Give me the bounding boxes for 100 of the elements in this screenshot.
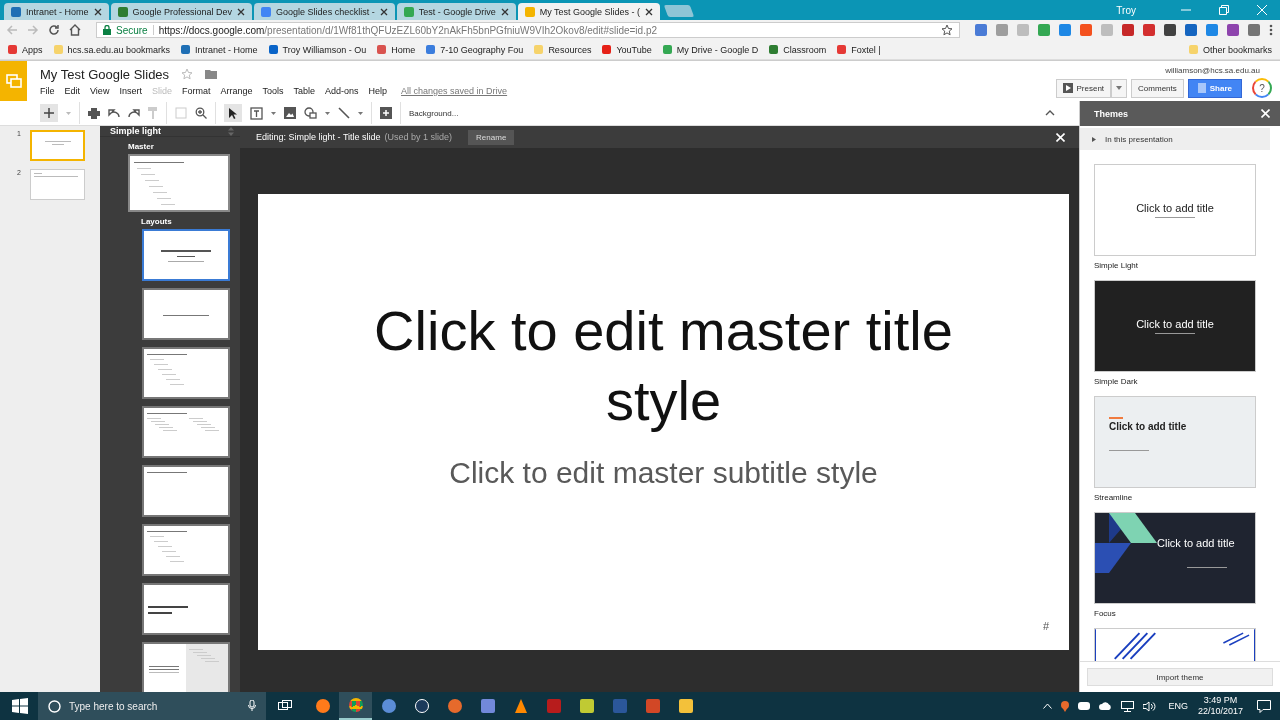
restore-icon[interactable] [1219, 5, 1229, 15]
menu-item[interactable]: Arrange [220, 85, 253, 96]
bookmark[interactable]: YouTube [602, 44, 652, 55]
menu-item[interactable]: View [90, 85, 110, 96]
extension-icon[interactable] [975, 24, 987, 36]
bookmark[interactable]: My Drive - Google D [662, 44, 759, 55]
pin-icon[interactable] [1061, 700, 1070, 712]
document-title[interactable]: My Test Google Slides [40, 66, 170, 82]
help-button[interactable]: ? [1252, 78, 1272, 98]
speaker-icon[interactable] [1143, 700, 1158, 712]
bookmark[interactable]: Classroom [769, 44, 827, 55]
new-slide-button[interactable] [40, 104, 58, 122]
microphone-icon[interactable] [248, 700, 256, 712]
theme-thumbnail[interactable] [1094, 628, 1256, 661]
shape-icon[interactable] [304, 107, 317, 119]
layout-thumbnail[interactable] [142, 465, 230, 517]
print-icon[interactable] [88, 107, 100, 119]
clock-time[interactable]: 3:49 PM [1203, 694, 1238, 706]
address-field[interactable]: Secure https://docs.google.com/presentation/d/1Wf81thQFUzEZL60bY2nAkFh5bnPGfniuW9VIh2Okov8/edit#slide=id.p2 [96, 22, 960, 38]
browser-tab[interactable]: Test - Google Drive [396, 3, 516, 20]
master-thumbnail[interactable] [128, 154, 230, 212]
redo-icon[interactable] [128, 108, 140, 118]
save-status-link[interactable]: All changes saved in Drive [401, 85, 508, 96]
home-icon[interactable] [69, 24, 81, 36]
layout-thumbnail[interactable] [142, 288, 230, 340]
title-placeholder[interactable]: Click to edit master title style [343, 296, 984, 436]
chrome-app-icon[interactable] [339, 692, 372, 720]
browser-tab[interactable]: Intranet - Home [4, 3, 109, 20]
bookmark[interactable]: Apps [8, 44, 43, 55]
menu-item[interactable]: Format [181, 85, 211, 96]
rename-button[interactable]: Rename [468, 129, 515, 145]
section-toggle[interactable]: In this presentation [1080, 128, 1270, 150]
extension-icon[interactable] [1122, 24, 1134, 36]
bookmark[interactable]: Home [377, 44, 416, 55]
background-button[interactable]: Background... [409, 108, 459, 118]
extension-icon[interactable] [1059, 24, 1071, 36]
theme-thumbnail[interactable]: Click to add title [1094, 512, 1256, 604]
extension-icon[interactable] [1227, 24, 1239, 36]
layout-thumbnail[interactable] [142, 524, 230, 576]
taskbar-search-field[interactable]: Type here to search [38, 692, 266, 720]
network-icon[interactable] [1121, 700, 1135, 712]
bookmark-folder[interactable]: Other bookmarks [1188, 44, 1272, 55]
task-view-icon[interactable] [278, 700, 292, 712]
caret-icon[interactable] [358, 111, 363, 115]
bookmark[interactable]: Intranet - Home [181, 44, 258, 55]
slide-canvas[interactable]: Click to edit master title style Click to edit master subtitle style # [258, 194, 1069, 650]
extension-icon[interactable] [1164, 24, 1176, 36]
language-indicator[interactable]: ENG [1168, 701, 1188, 711]
browser-tab[interactable]: Google Slides checklist - [254, 3, 395, 20]
cloud-icon[interactable] [1099, 702, 1113, 710]
menu-item[interactable]: Insert [119, 85, 142, 96]
reload-icon[interactable] [48, 24, 60, 36]
clock-date[interactable]: 22/10/2017 [1197, 706, 1243, 718]
comments-button[interactable]: Comments [1131, 78, 1184, 98]
windows-start-icon[interactable] [12, 698, 28, 714]
menu-item[interactable]: Table [293, 85, 315, 96]
present-button[interactable]: Present [1055, 78, 1112, 98]
star-icon[interactable] [941, 24, 953, 36]
browser-tab[interactable]: My Test Google Slides - ( [517, 3, 661, 20]
caret-icon[interactable] [325, 111, 330, 115]
menu-item[interactable]: Tools [262, 85, 284, 96]
slide-thumbnail[interactable] [30, 130, 85, 161]
bookmark[interactable]: Resources [534, 44, 592, 55]
menu-item[interactable]: Edit [64, 85, 81, 96]
close-icon[interactable] [237, 7, 246, 16]
notification-icon[interactable] [1257, 699, 1271, 713]
line-icon[interactable] [338, 107, 350, 119]
menu-icon[interactable] [1269, 24, 1273, 36]
profile-name[interactable]: Troy [1116, 4, 1136, 16]
layout-thumbnail[interactable] [142, 406, 230, 458]
slide-thumbnail[interactable] [30, 169, 85, 200]
layout-thumbnail[interactable] [142, 583, 230, 635]
add-comment-icon[interactable] [380, 107, 392, 119]
extension-icon[interactable] [1206, 24, 1218, 36]
zoom-icon[interactable] [195, 107, 207, 119]
folder-icon[interactable] [205, 69, 218, 79]
close-icon[interactable] [500, 7, 509, 16]
caret-icon[interactable] [271, 111, 276, 115]
extension-icon[interactable] [1185, 24, 1197, 36]
account-email[interactable]: williamson@hcs.sa.edu.au [1165, 66, 1260, 75]
slide-number-placeholder[interactable]: # [1042, 620, 1049, 632]
close-icon[interactable] [379, 7, 388, 16]
layout-thumbnail[interactable] [142, 642, 230, 694]
bookmark[interactable]: Troy Williamson - Ou [268, 44, 367, 55]
layout-thumbnail[interactable] [142, 229, 230, 281]
extension-icon[interactable] [1143, 24, 1155, 36]
import-theme-button[interactable]: Import theme [1087, 668, 1273, 686]
text-box-icon[interactable] [250, 106, 263, 120]
close-icon[interactable] [93, 7, 102, 16]
menu-item[interactable]: Add-ons [325, 85, 359, 96]
theme-thumbnail[interactable]: Click to add title [1094, 164, 1256, 256]
star-icon[interactable] [181, 68, 194, 80]
close-icon[interactable] [645, 7, 654, 16]
bookmark[interactable]: 7-10 Geography Fou [426, 44, 524, 55]
bookmark[interactable]: Foxtel | [837, 44, 881, 55]
menu-item[interactable]: File [40, 85, 55, 96]
menu-item[interactable]: Help [368, 85, 388, 96]
theme-thumbnail[interactable]: Click to add title [1094, 396, 1256, 488]
collapse-icon[interactable] [1045, 110, 1055, 116]
caret-button[interactable] [1111, 78, 1128, 98]
